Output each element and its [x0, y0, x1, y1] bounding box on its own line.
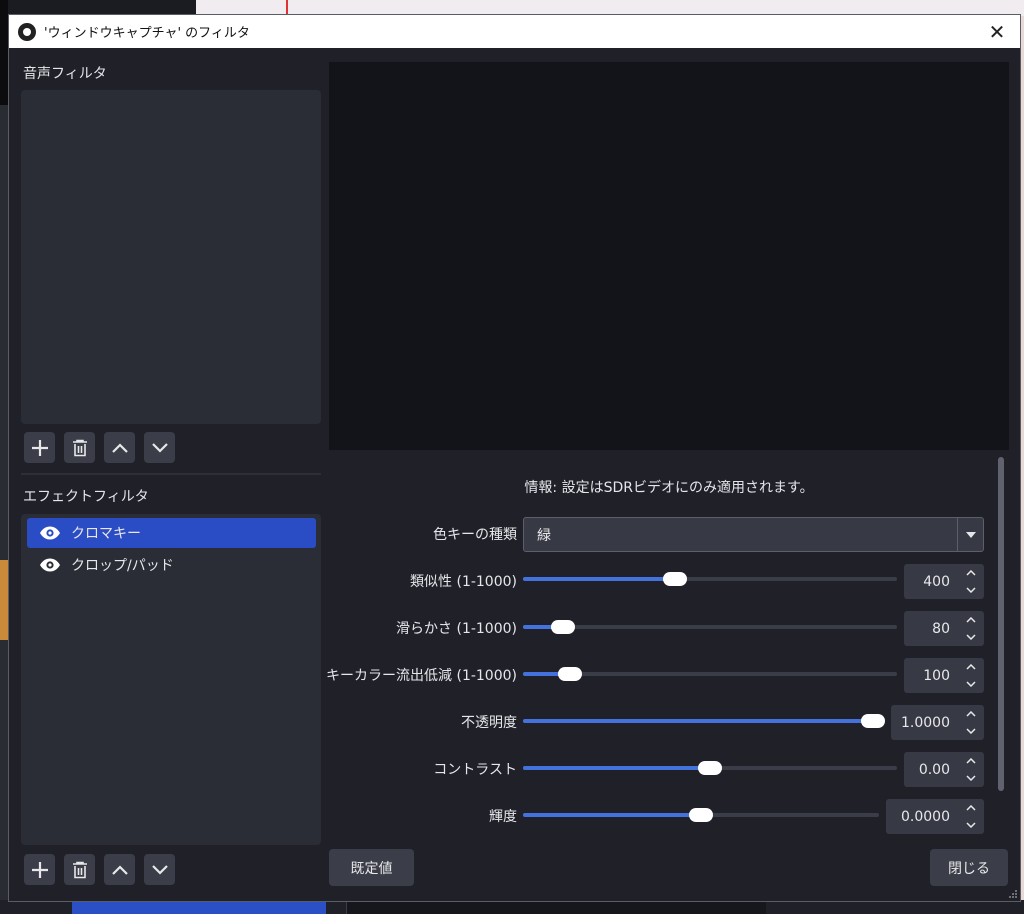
resize-grip-icon[interactable]	[1008, 889, 1018, 899]
chevron-down-icon	[966, 775, 976, 782]
eye-icon[interactable]	[39, 557, 61, 573]
filter-item-label: クロマキー	[71, 526, 141, 542]
close-window-button[interactable]: ✕	[974, 15, 1020, 48]
chevron-up-icon	[966, 663, 976, 670]
decrement-button[interactable]	[958, 629, 984, 647]
remove-effect-filter-button[interactable]	[64, 854, 95, 885]
brightness-spinbox[interactable]: 0.0000	[886, 799, 984, 834]
sdr-info-text: 情報: 設定はSDRビデオにのみ適用されます。	[524, 480, 814, 496]
decrement-button[interactable]	[958, 582, 984, 600]
background-app-edge	[0, 0, 8, 914]
move-audio-filter-down-button[interactable]	[144, 432, 175, 463]
eye-icon[interactable]	[39, 525, 61, 541]
dropdown-arrow-icon[interactable]	[957, 518, 983, 551]
spill-reduction-spinbox[interactable]: 100	[904, 658, 984, 693]
key-type-value: 緑	[537, 527, 551, 544]
add-effect-filter-button[interactable]	[24, 854, 55, 885]
decrement-button[interactable]	[958, 676, 984, 694]
decrement-button[interactable]	[958, 723, 984, 741]
spill-reduction-slider[interactable]	[523, 666, 897, 682]
slider-handle[interactable]	[558, 667, 582, 681]
opacity-value[interactable]: 1.0000	[891, 715, 958, 731]
key-type-select[interactable]: 緑	[523, 517, 984, 552]
increment-button[interactable]	[958, 658, 984, 676]
increment-button[interactable]	[958, 611, 984, 629]
section-divider	[21, 473, 321, 475]
similarity-value[interactable]: 400	[904, 574, 958, 590]
key-type-label: 色キーの種類	[433, 527, 517, 543]
contrast-label: コントラスト	[433, 762, 517, 778]
filter-item-crop-pad[interactable]: クロップ/パッド	[27, 550, 316, 580]
move-audio-filter-up-button[interactable]	[104, 432, 135, 463]
audio-filters-label: 音声フィルタ	[23, 66, 107, 82]
smoothness-label: 滑らかさ (1-1000)	[396, 621, 517, 637]
increment-button[interactable]	[958, 799, 984, 817]
spill-reduction-value[interactable]: 100	[904, 668, 958, 684]
contrast-spinbox[interactable]: 0.00	[904, 752, 984, 787]
chevron-up-icon	[966, 569, 976, 576]
chevron-up-icon	[966, 616, 976, 623]
effect-filters-label: エフェクトフィルタ	[23, 489, 149, 505]
slider-handle[interactable]	[689, 808, 713, 822]
chevron-down-icon	[966, 822, 976, 829]
close-button[interactable]: 閉じる	[930, 849, 1008, 886]
remove-audio-filter-button[interactable]	[64, 432, 95, 463]
plus-icon	[31, 861, 48, 878]
trash-icon	[72, 439, 87, 456]
chevron-down-icon	[966, 634, 976, 641]
slider-handle[interactable]	[861, 714, 885, 728]
filter-preview	[329, 62, 1009, 450]
window-title: 'ウィンドウキャプチャ' のフィルタ	[44, 26, 250, 41]
similarity-slider[interactable]	[523, 571, 897, 587]
filters-dialog: 'ウィンドウキャプチャ' のフィルタ ✕ 音声フィルタ エフェクトフィルタ クロ…	[8, 14, 1021, 902]
decrement-button[interactable]	[958, 770, 984, 788]
brightness-label: 輝度	[489, 809, 517, 825]
slider-handle[interactable]	[663, 572, 687, 586]
opacity-label: 不透明度	[461, 715, 517, 731]
trash-icon	[72, 861, 87, 878]
opacity-spinbox[interactable]: 1.0000	[891, 705, 984, 740]
contrast-value[interactable]: 0.00	[904, 762, 958, 778]
brightness-slider[interactable]	[523, 807, 879, 823]
chevron-down-icon	[966, 681, 976, 688]
similarity-spinbox[interactable]: 400	[904, 564, 984, 599]
opacity-slider[interactable]	[523, 713, 885, 729]
audio-filters-list[interactable]	[21, 90, 321, 424]
chevron-up-icon	[966, 757, 976, 764]
background-app-bottom	[0, 900, 1024, 914]
smoothness-slider[interactable]	[523, 619, 897, 635]
chevron-down-icon	[966, 728, 976, 735]
increment-button[interactable]	[958, 752, 984, 770]
filter-item-chroma-key[interactable]: クロマキー	[27, 518, 316, 548]
move-effect-filter-down-button[interactable]	[144, 854, 175, 885]
move-effect-filter-up-button[interactable]	[104, 854, 135, 885]
brightness-value[interactable]: 0.0000	[886, 809, 958, 825]
obs-logo-icon	[18, 22, 36, 41]
filter-item-label: クロップ/パッド	[71, 558, 174, 574]
chevron-down-icon	[151, 442, 168, 453]
increment-button[interactable]	[958, 564, 984, 582]
defaults-button[interactable]: 既定値	[329, 849, 414, 886]
smoothness-spinbox[interactable]: 80	[904, 611, 984, 646]
contrast-slider[interactable]	[523, 760, 897, 776]
similarity-label: 類似性 (1-1000)	[410, 574, 517, 590]
title-bar: 'ウィンドウキャプチャ' のフィルタ ✕	[9, 15, 1020, 48]
chevron-up-icon	[966, 710, 976, 717]
chevron-up-icon	[111, 442, 128, 453]
chevron-down-icon	[966, 587, 976, 594]
properties-scrollbar[interactable]	[996, 455, 1006, 839]
increment-button[interactable]	[958, 705, 984, 723]
slider-handle[interactable]	[698, 761, 722, 775]
smoothness-value[interactable]: 80	[904, 621, 958, 637]
scrollbar-thumb[interactable]	[998, 457, 1004, 791]
chevron-down-icon	[151, 864, 168, 875]
slider-handle[interactable]	[551, 620, 575, 634]
chevron-up-icon	[966, 804, 976, 811]
decrement-button[interactable]	[958, 817, 984, 835]
spill-reduction-label: キーカラー流出低減 (1-1000)	[326, 668, 517, 684]
add-audio-filter-button[interactable]	[24, 432, 55, 463]
plus-icon	[31, 439, 48, 456]
chevron-up-icon	[111, 864, 128, 875]
